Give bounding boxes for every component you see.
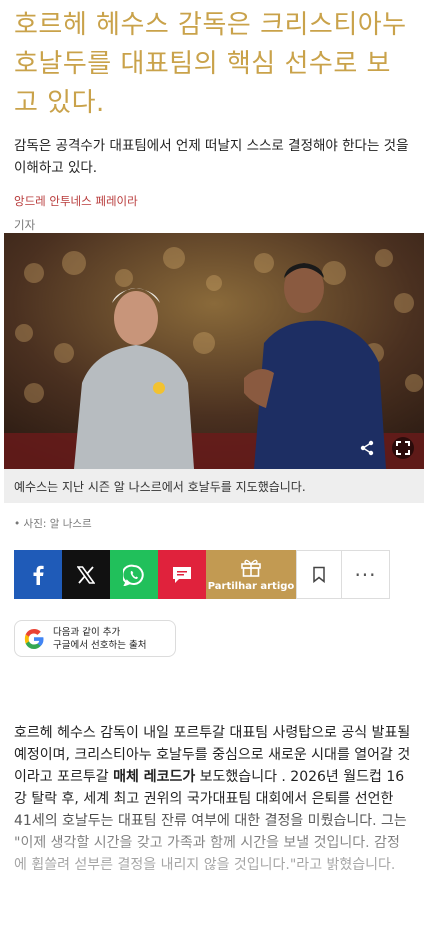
article-header: 호르헤 헤수스 감독은 크리스티아누 호날두를 대표팀의 핵심 선수로 보고 있… — [0, 6, 429, 233]
photo-image — [4, 233, 424, 469]
author-name[interactable]: 앙드레 안투네스 페레이라 — [14, 193, 415, 209]
gift-icon — [241, 559, 261, 577]
google-icon — [24, 628, 44, 649]
more-options-button[interactable]: ··· — [342, 550, 390, 599]
bookmark-button[interactable] — [296, 550, 342, 599]
google-preferred-source-button[interactable]: 다음과 같이 추가 구글에서 선호하는 출처 — [14, 620, 176, 657]
x-icon — [77, 565, 95, 584]
photo-credit: • 사진: 알 나스르 — [14, 518, 92, 530]
facebook-icon — [33, 565, 44, 585]
partilhar-label: Partilhar artigo — [207, 581, 295, 592]
article-body: 호르헤 헤수스 감독이 내일 포르투갈 대표팀 사령탑으로 공식 발표될 예정이… — [14, 722, 412, 876]
headline: 호르헤 헤수스 감독은 크리스티아누 호날두를 대표팀의 핵심 선수로 보고 있… — [14, 10, 407, 118]
x-share-button[interactable] — [62, 550, 110, 599]
whatsapp-share-button[interactable] — [110, 550, 158, 599]
bookmark-icon — [313, 566, 325, 583]
author-role: 기자 — [14, 218, 36, 232]
google-pref-line2: 구글에서 선호하는 출처 — [53, 639, 147, 651]
fullscreen-icon[interactable] — [392, 437, 414, 459]
subtitle: 감독은 공격수가 대표팀에서 언제 떠날지 스스로 결정해야 한다는 것을 이해… — [14, 138, 409, 176]
sms-icon — [173, 566, 191, 583]
sms-share-button[interactable] — [158, 550, 206, 599]
article-photo[interactable] — [4, 233, 424, 469]
facebook-share-button[interactable] — [14, 550, 62, 599]
share-bar: Partilhar artigo ··· — [14, 550, 390, 599]
google-pref-line1: 다음과 같이 추가 — [53, 626, 121, 638]
share-icon[interactable] — [356, 437, 378, 459]
whatsapp-icon — [123, 564, 144, 586]
partilhar-artigo-button[interactable]: Partilhar artigo — [206, 550, 296, 599]
record-link[interactable]: 매체 레코드가 — [113, 769, 195, 785]
photo-caption: 예수스는 지난 시즌 알 나스르에서 호날두를 지도했습니다. — [4, 469, 424, 503]
